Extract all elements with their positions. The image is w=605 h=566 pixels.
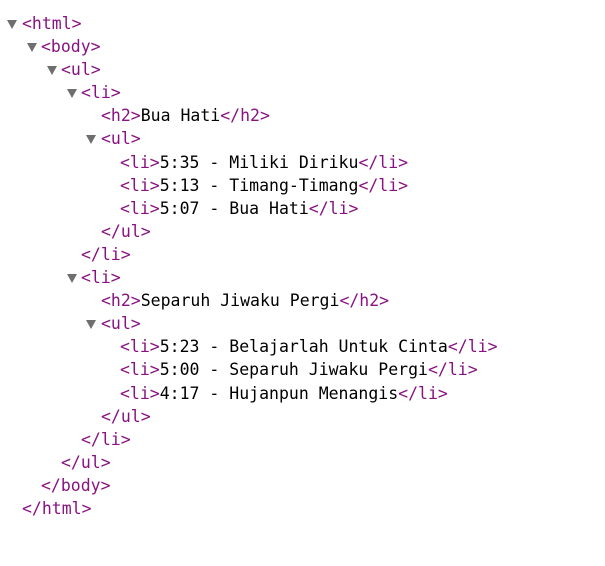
tag-html-close: </html> <box>22 498 92 518</box>
node-track[interactable]: <li>5:13 - Timang-Timang</li> <box>0 174 605 197</box>
track-text: 5:13 - Timang-Timang <box>159 175 359 195</box>
collapse-triangle-icon[interactable] <box>27 42 37 52</box>
tag-ul-open: <ul> <box>61 60 101 80</box>
track-text: 5:35 - Miliki Diriku <box>159 152 359 172</box>
track-text: 4:17 - Hujanpun Menangis <box>159 383 399 403</box>
tag-li-open: <li> <box>120 337 160 357</box>
node-html-open[interactable]: <html> <box>0 12 605 35</box>
dom-tree: <html> <body> <ul> <li> <h2>Bua Hati</h2… <box>0 12 605 520</box>
track-text: 5:07 - Bua Hati <box>159 198 309 218</box>
tag-html-open: <html> <box>22 14 82 33</box>
tag-li-open: <li> <box>81 268 121 288</box>
node-li-open[interactable]: <li> <box>0 81 605 104</box>
track-text: 5:00 - Separuh Jiwaku Pergi <box>159 360 428 380</box>
tag-h2-close: </h2> <box>339 291 390 311</box>
tag-li-close: </li> <box>358 175 409 195</box>
node-ul-close[interactable]: </ul> <box>0 220 605 243</box>
node-h2[interactable]: <h2>Separuh Jiwaku Pergi</h2> <box>0 289 605 312</box>
node-track[interactable]: <li>5:07 - Bua Hati</li> <box>0 197 605 220</box>
tag-ul-close: </ul> <box>101 221 151 241</box>
node-ul-close[interactable]: </ul> <box>0 451 605 474</box>
node-track[interactable]: <li>4:17 - Hujanpun Menangis</li> <box>0 382 605 405</box>
tag-body-close: </body> <box>41 475 111 495</box>
tag-h2-close: </h2> <box>220 106 270 126</box>
tag-li-close: </li> <box>427 360 478 380</box>
tag-li-open: <li> <box>120 198 160 218</box>
album-title: Separuh Jiwaku Pergi <box>140 291 340 311</box>
node-html-close[interactable]: </html> <box>0 497 605 520</box>
node-li-close[interactable]: </li> <box>0 243 605 266</box>
album-title: Bua Hati <box>140 106 221 126</box>
tag-ul-open: <ul> <box>101 314 141 334</box>
node-body-close[interactable]: </body> <box>0 474 605 497</box>
tag-li-close: </li> <box>308 198 359 218</box>
tag-li-close: </li> <box>358 152 409 172</box>
collapse-triangle-icon[interactable] <box>67 273 77 283</box>
node-track[interactable]: <li>5:00 - Separuh Jiwaku Pergi</li> <box>0 358 605 381</box>
node-ul-open[interactable]: <ul> <box>0 127 605 150</box>
node-body-open[interactable]: <body> <box>0 35 605 58</box>
node-ul-open[interactable]: <ul> <box>0 58 605 81</box>
tag-h2-open: <h2> <box>101 106 141 126</box>
tag-ul-close: </ul> <box>61 452 111 472</box>
tag-li-open: <li> <box>120 383 160 403</box>
node-track[interactable]: <li>5:23 - Belajarlah Untuk Cinta</li> <box>0 335 605 358</box>
collapse-triangle-icon[interactable] <box>86 134 96 144</box>
tag-ul-open: <ul> <box>101 129 141 149</box>
tag-li-close: </li> <box>447 337 498 357</box>
node-h2[interactable]: <h2>Bua Hati</h2> <box>0 104 605 127</box>
tag-li-open: <li> <box>81 83 121 103</box>
collapse-triangle-icon[interactable] <box>67 88 77 98</box>
tag-li-close: </li> <box>81 429 131 449</box>
tag-li-close: </li> <box>398 383 448 403</box>
collapse-triangle-icon[interactable] <box>86 319 96 329</box>
tag-li-close: </li> <box>81 244 131 264</box>
node-ul-open[interactable]: <ul> <box>0 312 605 335</box>
node-ul-close[interactable]: </ul> <box>0 405 605 428</box>
tag-body-open: <body> <box>41 37 101 57</box>
node-li-open[interactable]: <li> <box>0 266 605 289</box>
tag-ul-close: </ul> <box>101 406 151 426</box>
tag-h2-open: <h2> <box>101 291 141 311</box>
node-li-close[interactable]: </li> <box>0 428 605 451</box>
tag-li-open: <li> <box>120 360 160 380</box>
track-text: 5:23 - Belajarlah Untuk Cinta <box>159 337 448 357</box>
collapse-triangle-icon[interactable] <box>7 19 17 29</box>
tag-li-open: <li> <box>120 152 160 172</box>
node-track[interactable]: <li>5:35 - Miliki Diriku</li> <box>0 151 605 174</box>
tag-li-open: <li> <box>120 175 160 195</box>
collapse-triangle-icon[interactable] <box>47 65 57 75</box>
